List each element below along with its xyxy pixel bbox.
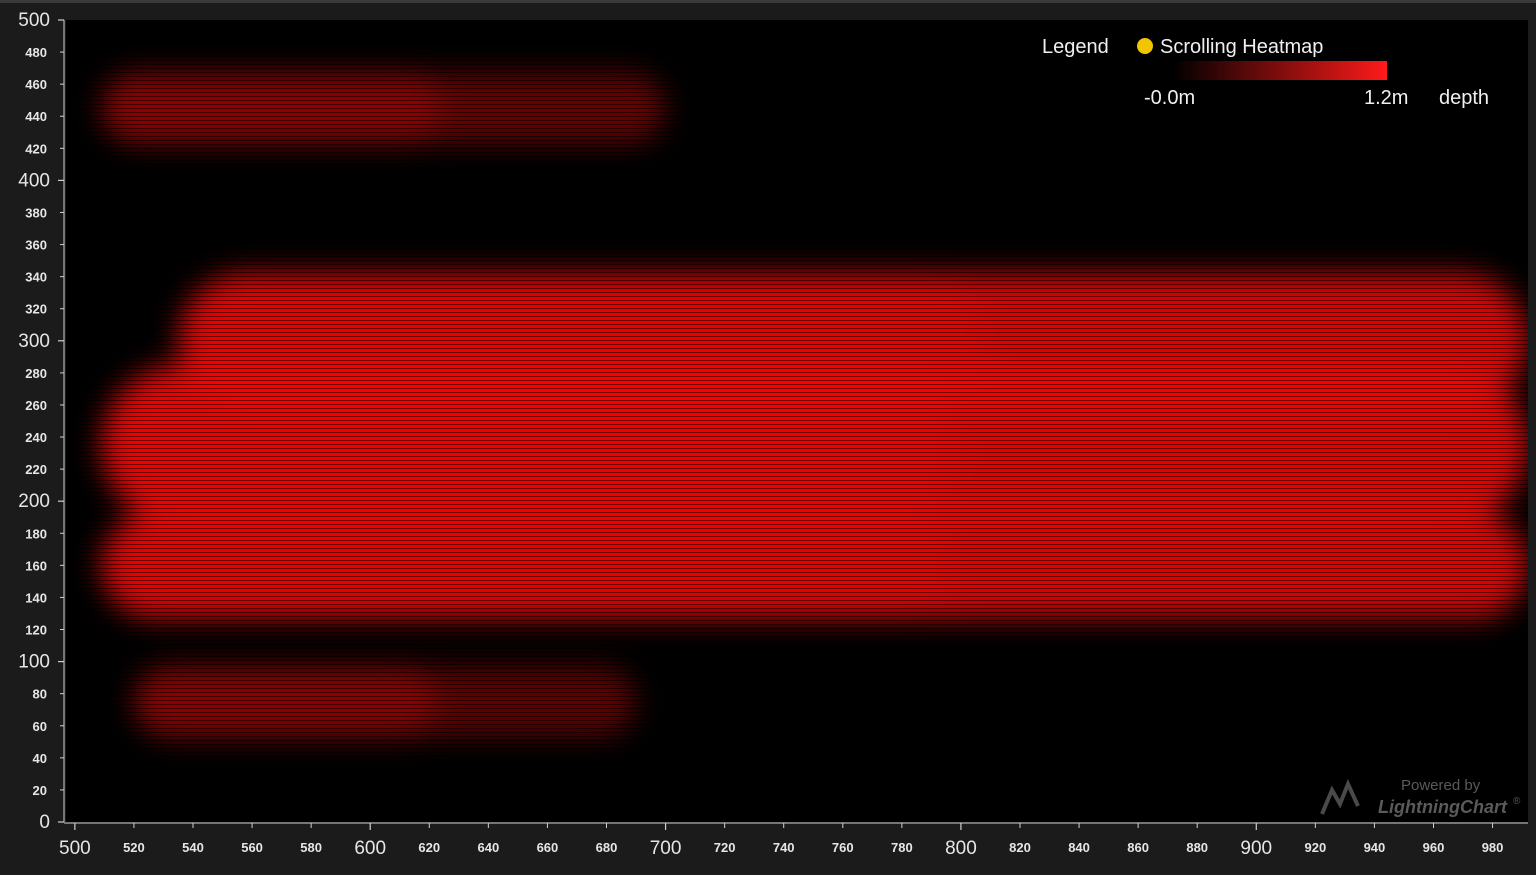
y-tick-label: 440 xyxy=(25,109,47,124)
x-tick-label: 540 xyxy=(182,840,204,855)
x-tick-label: 700 xyxy=(650,838,682,859)
y-tick-label: 360 xyxy=(25,238,47,253)
x-tick-label: 560 xyxy=(241,840,263,855)
x-tick-label: 980 xyxy=(1482,840,1504,855)
x-tick-label: 840 xyxy=(1068,840,1090,855)
x-tick-label: 740 xyxy=(773,840,795,855)
y-tick-label: 460 xyxy=(25,77,47,92)
x-tick-label: 940 xyxy=(1364,840,1386,855)
x-tick-label: 640 xyxy=(478,840,500,855)
x-tick-label: 900 xyxy=(1240,838,1272,859)
y-tick-label: 60 xyxy=(33,719,47,734)
watermark-powered-by: Powered by xyxy=(1401,777,1481,794)
y-tick-label: 380 xyxy=(25,205,47,220)
y-tick-label: 300 xyxy=(18,331,50,352)
x-tick-label: 800 xyxy=(945,838,977,859)
y-tick-label: 480 xyxy=(25,45,47,60)
heat-contour-texture xyxy=(66,20,1528,822)
legend-color-scale xyxy=(1172,61,1387,80)
y-tick-label: 280 xyxy=(25,366,47,381)
series-marker-icon xyxy=(1137,38,1153,54)
x-tick-label: 680 xyxy=(596,840,618,855)
y-tick-label: 160 xyxy=(25,558,47,573)
x-tick-label: 720 xyxy=(714,840,736,855)
x-tick-label: 960 xyxy=(1423,840,1445,855)
watermark-registered: ® xyxy=(1513,796,1521,807)
y-tick-label: 200 xyxy=(18,491,50,512)
y-tick-label: 0 xyxy=(39,812,50,833)
legend-max-label: 1.2m xyxy=(1364,87,1408,109)
y-tick-label: 220 xyxy=(25,462,47,477)
legend-min-label: -0.0m xyxy=(1144,87,1195,109)
y-tick-label: 100 xyxy=(18,652,50,673)
x-tick-label: 600 xyxy=(354,838,386,859)
y-tick-label: 260 xyxy=(25,398,47,413)
y-tick-label: 340 xyxy=(25,270,47,285)
x-tick-label: 880 xyxy=(1186,840,1208,855)
y-tick-label: 320 xyxy=(25,302,47,317)
y-tick-label: 20 xyxy=(33,783,47,798)
x-axis-ticks: 500 600 700 800 900 520 540 560 580 620 640 660 680 7… xyxy=(59,823,1503,859)
x-tick-label: 860 xyxy=(1127,840,1149,855)
x-tick-label: 780 xyxy=(891,840,913,855)
legend-title: Legend xyxy=(1042,36,1109,58)
x-tick-label: 520 xyxy=(123,840,145,855)
legend-series-label[interactable]: Scrolling Heatmap xyxy=(1160,36,1323,58)
chart-app: 0 100 200 300 400 500 20 40 60 80 120 140 160 180 220 2… xyxy=(0,0,1536,875)
y-tick-label: 120 xyxy=(25,623,47,638)
legend-unit-label: depth xyxy=(1439,87,1489,109)
y-tick-label: 140 xyxy=(25,590,47,605)
watermark-brand: LightningChart xyxy=(1378,797,1508,817)
x-tick-label: 620 xyxy=(418,840,440,855)
heatmap-chart[interactable]: 0 100 200 300 400 500 20 40 60 80 120 140 160 180 220 2… xyxy=(0,0,1536,875)
y-tick-label: 80 xyxy=(33,687,47,702)
y-tick-label: 240 xyxy=(25,430,47,445)
x-tick-label: 500 xyxy=(59,838,91,859)
y-tick-label: 400 xyxy=(18,170,50,191)
x-tick-label: 580 xyxy=(300,840,322,855)
x-tick-label: 820 xyxy=(1009,840,1031,855)
x-tick-label: 760 xyxy=(832,840,854,855)
y-tick-label: 40 xyxy=(33,751,47,766)
y-tick-label: 420 xyxy=(25,141,47,156)
x-tick-label: 660 xyxy=(537,840,559,855)
y-tick-label: 500 xyxy=(18,10,50,31)
x-tick-label: 920 xyxy=(1304,840,1326,855)
y-axis-ticks: 0 100 200 300 400 500 20 40 60 80 120 140 160 180 220 2… xyxy=(18,10,64,833)
heatmap-layer xyxy=(66,20,1528,822)
y-tick-label: 180 xyxy=(25,526,47,541)
